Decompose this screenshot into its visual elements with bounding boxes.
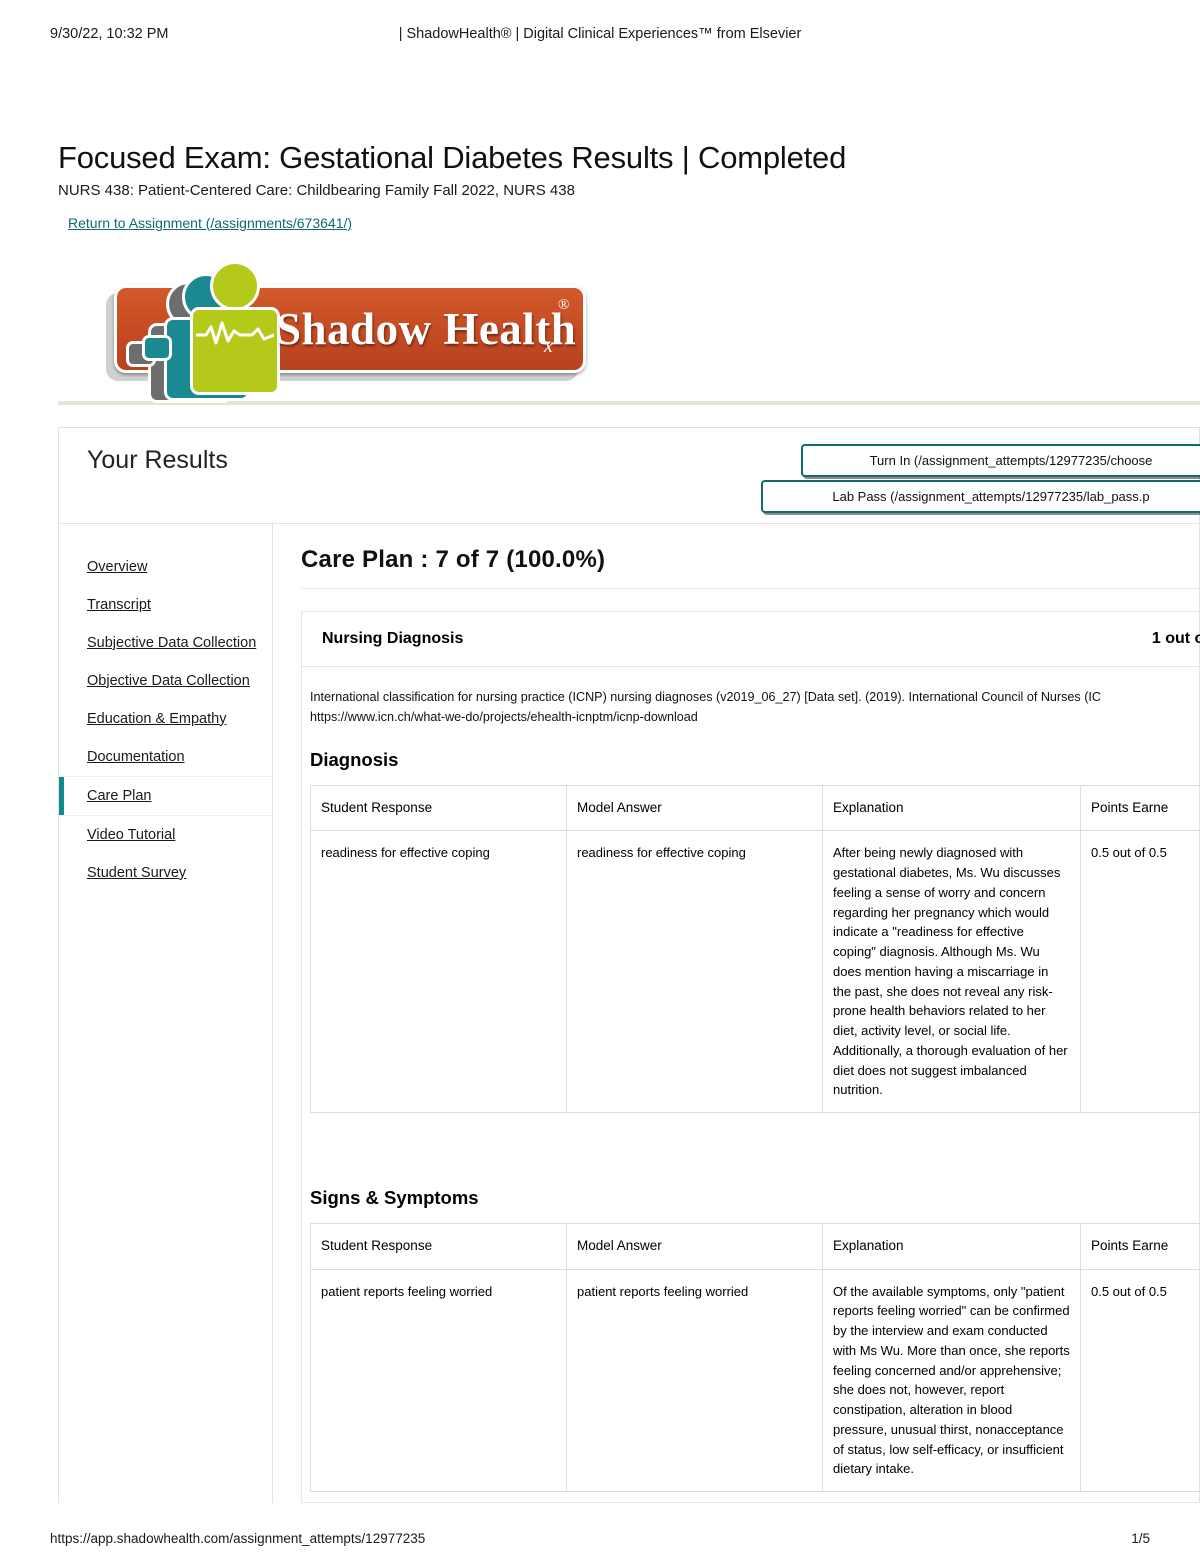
sidebar-item-student-survey[interactable]: Student Survey [59, 854, 272, 892]
logo-rx-mark: x [544, 334, 553, 357]
cell-student-response: patient reports feeling worried [310, 1268, 567, 1493]
lab-pass-button[interactable]: Lab Pass (/assignment_attempts/12977235/… [761, 479, 1200, 513]
column-header-explanation: Explanation [822, 784, 1081, 832]
table-row: patient reports feeling worried patient … [310, 1268, 1200, 1493]
sidebar-item-subjective-data-collection[interactable]: Subjective Data Collection [59, 624, 272, 662]
cell-points-earned: 0.5 out of 0.5 [1080, 830, 1200, 1114]
nursing-diagnosis-panel-header: Nursing Diagnosis 1 out of 1 [302, 612, 1200, 667]
results-card: Your Results Turn In (/assignment_attemp… [58, 426, 1200, 1504]
cell-points-earned: 0.5 out of 0.5 [1080, 1268, 1200, 1493]
results-header: Your Results Turn In (/assignment_attemp… [59, 428, 1200, 524]
column-header-student-response: Student Response [310, 784, 567, 832]
nursing-diagnosis-panel-body: International classification for nursing… [302, 667, 1200, 1503]
citation-line-2: https://www.icn.ch/what-we-do/projects/e… [310, 709, 698, 724]
print-header-title: | ShadowHealth® | Digital Clinical Exper… [398, 26, 802, 42]
sidebar-item-label[interactable]: Objective Data Collection [87, 673, 250, 689]
sidebar-item-label[interactable]: Education & Empathy [87, 711, 226, 727]
column-header-student-response: Student Response [310, 1223, 567, 1270]
results-body: Overview Transcript Subjective Data Coll… [59, 523, 1200, 1504]
column-header-points-earned: Points Earne [1080, 1223, 1200, 1270]
sidebar-item-video-tutorial[interactable]: Video Tutorial [59, 816, 272, 854]
panel-title: Nursing Diagnosis [322, 629, 464, 647]
column-header-model-answer: Model Answer [566, 1223, 823, 1270]
sidebar-item-overview[interactable]: Overview [59, 548, 272, 586]
results-sidebar: Overview Transcript Subjective Data Coll… [59, 523, 273, 1504]
sidebar-item-transcript[interactable]: Transcript [59, 586, 272, 624]
turn-in-button[interactable]: Turn In (/assignment_attempts/12977235/c… [801, 443, 1200, 477]
care-plan-score-title: Care Plan : 7 of 7 (100.0%) [301, 545, 606, 573]
cell-student-response: readiness for effective coping [310, 830, 567, 1114]
ekg-line-icon [196, 321, 274, 345]
page-title: Focused Exam: Gestational Diabetes Resul… [58, 140, 847, 175]
sidebar-item-label[interactable]: Subjective Data Collection [87, 635, 256, 651]
table-row: readiness for effective coping readiness… [310, 830, 1200, 1114]
column-header-model-answer: Model Answer [566, 784, 823, 832]
cell-model-answer: patient reports feeling worried [566, 1268, 823, 1493]
divider [58, 400, 1200, 405]
page-content: Focused Exam: Gestational Diabetes Resul… [58, 140, 1200, 1504]
print-footer-url: https://app.shadowhealth.com/assignment_… [50, 1531, 426, 1546]
print-footer-page-number: 1/5 [1131, 1531, 1150, 1546]
table-header-row: Student Response Model Answer Explanatio… [310, 1223, 1200, 1270]
signs-symptoms-table: Student Response Model Answer Explanatio… [310, 1223, 1200, 1493]
column-header-points-earned: Points Earne [1080, 784, 1200, 832]
sidebar-item-care-plan[interactable]: Care Plan [59, 775, 272, 816]
citation-block: International classification for nursing… [310, 687, 1200, 727]
signs-symptoms-table-heading: Signs & Symptoms [310, 1187, 479, 1209]
sidebar-item-education-and-empathy[interactable]: Education & Empathy [59, 700, 272, 738]
sidebar-item-documentation[interactable]: Documentation [59, 738, 272, 776]
panel-score-badge: 1 out of 1 [1151, 629, 1200, 647]
sidebar-item-label[interactable]: Overview [87, 559, 147, 575]
column-header-explanation: Explanation [822, 1223, 1081, 1270]
return-to-assignment-link[interactable]: Return to Assignment (/assignments/67364… [68, 215, 352, 231]
logo-wordmark: Shadow Health [276, 303, 577, 354]
sidebar-item-objective-data-collection[interactable]: Objective Data Collection [59, 662, 272, 700]
sidebar-item-label[interactable]: Documentation [87, 749, 185, 765]
divider [301, 587, 1199, 589]
citation-line-1: International classification for nursing… [310, 689, 1102, 704]
sidebar-item-label[interactable]: Student Survey [87, 865, 186, 881]
sidebar-item-label[interactable]: Care Plan [87, 788, 151, 804]
diagnosis-table-heading: Diagnosis [310, 748, 399, 770]
print-date: 9/30/22, 10:32 PM [50, 26, 169, 42]
shadow-health-logo: Shadow Health ® x [106, 259, 586, 403]
results-heading: Your Results [87, 445, 228, 474]
sidebar-item-label[interactable]: Video Tutorial [87, 827, 175, 843]
cell-explanation: Of the available symptoms, only "patient… [822, 1268, 1081, 1493]
table-header-row: Student Response Model Answer Explanatio… [310, 784, 1200, 832]
sidebar-item-label[interactable]: Transcript [87, 597, 151, 613]
cell-explanation: After being newly diagnosed with gestati… [822, 830, 1081, 1114]
course-subtitle: NURS 438: Patient-Centered Care: Childbe… [58, 181, 575, 199]
nursing-diagnosis-panel: Nursing Diagnosis 1 out of 1 Internation… [301, 610, 1200, 1504]
registered-trademark-icon: ® [558, 296, 570, 313]
cell-model-answer: readiness for effective coping [566, 830, 823, 1114]
results-main: Care Plan : 7 of 7 (100.0%) Nursing Diag… [273, 524, 1200, 1504]
diagnosis-table: Student Response Model Answer Explanatio… [310, 784, 1200, 1114]
